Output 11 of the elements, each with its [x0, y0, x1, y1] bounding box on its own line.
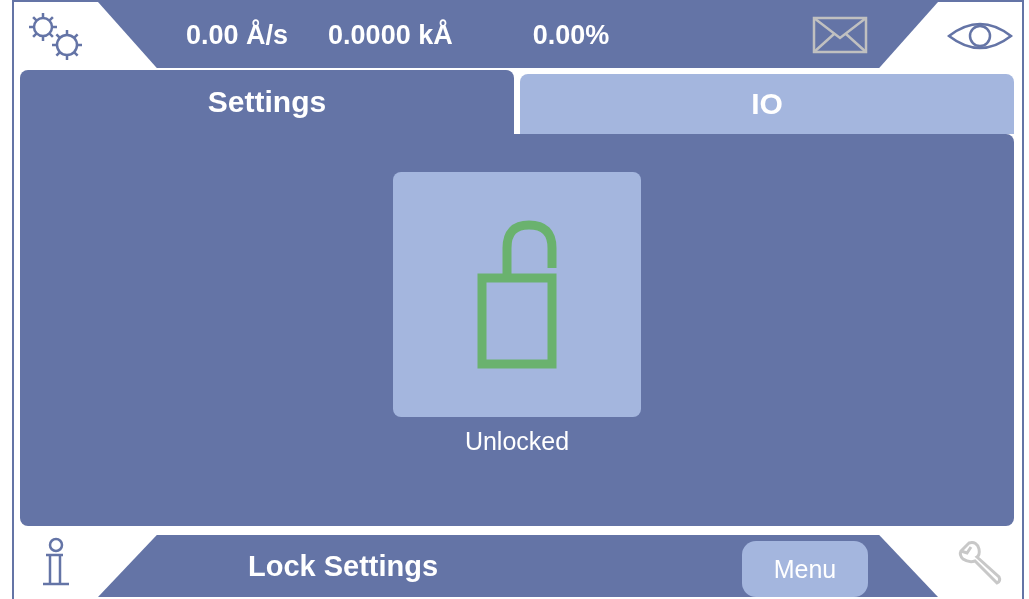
reading-value: 0.00% — [532, 19, 610, 51]
menu-button[interactable]: Menu — [742, 541, 868, 597]
reading-value: 0.0000 kÅ — [328, 19, 453, 51]
page-title: Lock Settings — [248, 549, 439, 583]
eye-icon[interactable] — [947, 20, 1013, 52]
lock-status: Unlocked — [464, 427, 570, 456]
tab[interactable]: IO — [520, 74, 1014, 134]
info-icon[interactable] — [41, 536, 71, 587]
envelope-icon[interactable] — [812, 16, 868, 54]
reading-value: 0.00 Å/s — [186, 19, 289, 51]
tab[interactable]: Settings — [20, 70, 514, 134]
